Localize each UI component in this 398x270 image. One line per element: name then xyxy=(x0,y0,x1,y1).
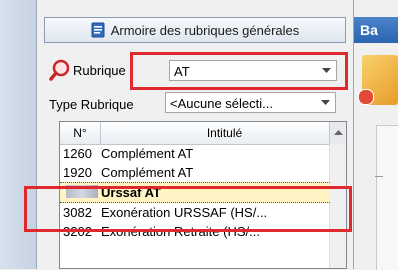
dropdown-arrow-icon[interactable] xyxy=(317,94,334,111)
right-tab[interactable]: Ba xyxy=(354,17,398,43)
table-row[interactable]: 1260 Complément AT xyxy=(60,144,330,163)
row-label: Complément AT xyxy=(101,146,194,161)
rubrique-label: Rubrique : xyxy=(73,62,133,78)
right-groupbox xyxy=(375,125,398,270)
panel-header: Armoire des rubriques générales xyxy=(44,17,346,43)
rubrique-filter-row: Rubrique : xyxy=(49,58,133,82)
right-panel: Ba xyxy=(353,0,398,270)
panel-title: Armoire des rubriques générales xyxy=(110,22,300,38)
row-number: 1920 xyxy=(63,165,92,180)
column-header-intitule[interactable]: Intitulé xyxy=(101,122,346,144)
row-number: 1260 xyxy=(63,146,92,161)
highlight-box-urssaf-row xyxy=(24,186,352,232)
document-icon xyxy=(91,22,105,38)
type-rubrique-combobox[interactable]: <Aucune sélecti... xyxy=(165,92,336,113)
type-rubrique-row: Type Rubrique xyxy=(49,93,134,115)
magnifier-icon[interactable] xyxy=(49,59,71,81)
table-header: N° Intitulé xyxy=(60,122,346,145)
highlight-box-rubrique xyxy=(130,52,348,90)
type-rubrique-label: Type Rubrique xyxy=(49,96,134,112)
row-label: Complément AT xyxy=(101,165,194,180)
table-row[interactable]: 1920 Complément AT xyxy=(60,163,330,182)
column-header-number[interactable]: N° xyxy=(60,122,101,144)
app-tile-icon[interactable] xyxy=(358,55,398,105)
type-rubrique-value: <Aucune sélecti... xyxy=(170,96,273,111)
scroll-up-arrow-icon[interactable] xyxy=(329,122,346,144)
